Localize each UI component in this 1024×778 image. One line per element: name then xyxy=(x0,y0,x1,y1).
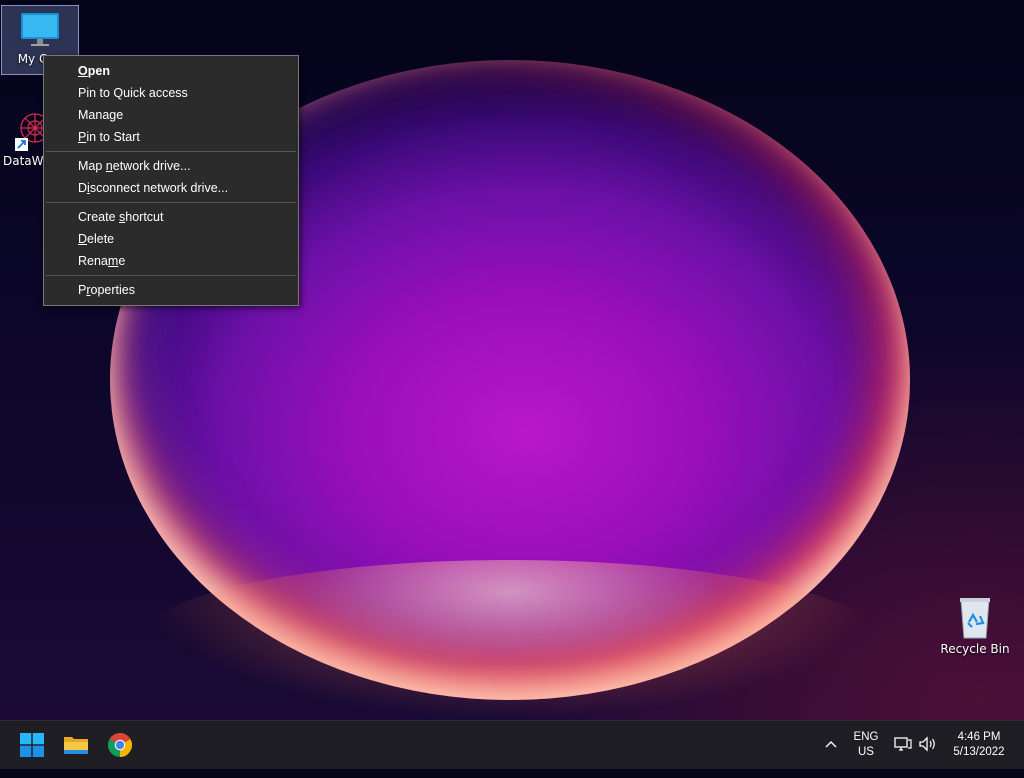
menu-item-pin-to-start[interactable]: Pin to Start xyxy=(44,126,298,148)
clock-date: 5/13/2022 xyxy=(953,746,1005,758)
recycle-bin-icon xyxy=(955,596,995,640)
language-indicator[interactable]: ENG US xyxy=(848,721,884,778)
chrome-button[interactable] xyxy=(102,727,138,763)
menu-item-map-network-drive[interactable]: Map network drive... xyxy=(44,155,298,177)
clock-time: 4:46 PM xyxy=(957,731,1001,743)
wallpaper-glow xyxy=(140,560,880,720)
menu-item-pin-quick-access[interactable]: Pin to Quick access xyxy=(44,82,298,104)
monitor-icon xyxy=(18,10,62,50)
taskbar: ENG US 4:46 PM 5/13/2022 xyxy=(0,720,1024,769)
clock[interactable]: 4:46 PM 5/13/2022 xyxy=(946,721,1012,778)
desktop-icon-recycle-bin[interactable]: Recycle Bin xyxy=(937,596,1013,662)
start-button[interactable] xyxy=(14,727,50,763)
menu-separator xyxy=(46,202,296,203)
menu-accel: D xyxy=(78,232,88,246)
show-hidden-icons-button[interactable] xyxy=(818,721,844,769)
lang-region: US xyxy=(858,746,874,758)
file-explorer-button[interactable] xyxy=(58,727,94,763)
chrome-icon xyxy=(107,732,133,761)
menu-accel: P xyxy=(78,130,87,144)
menu-item-disconnect-network-drive[interactable]: Disconnect network drive... xyxy=(44,177,298,199)
windows-start-icon xyxy=(20,733,44,761)
lang-code: ENG xyxy=(853,731,879,743)
folder-icon xyxy=(63,734,89,760)
menu-accel: i xyxy=(87,181,90,195)
menu-separator xyxy=(46,151,296,152)
menu-item-manage[interactable]: Manage xyxy=(44,104,298,126)
quick-settings-button[interactable] xyxy=(890,721,942,769)
menu-item-open[interactable]: Open xyxy=(44,60,298,82)
menu-item-create-shortcut[interactable]: Create shortcut xyxy=(44,206,298,228)
menu-item-properties[interactable]: Properties xyxy=(44,279,298,301)
desktop-icon-label: Recycle Bin xyxy=(940,642,1010,656)
menu-accel: s xyxy=(119,210,126,224)
menu-item-rename[interactable]: Rename xyxy=(44,250,298,272)
chevron-up-icon xyxy=(825,739,837,751)
network-icon xyxy=(894,736,912,755)
menu-accel: O xyxy=(78,64,88,78)
menu-separator xyxy=(46,275,296,276)
context-menu: Open Pin to Quick access Manage Pin to S… xyxy=(43,55,299,306)
menu-accel: m xyxy=(107,254,119,268)
menu-accel: r xyxy=(86,283,91,297)
menu-item-delete[interactable]: Delete xyxy=(44,228,298,250)
menu-accel: n xyxy=(105,159,113,173)
volume-icon xyxy=(918,736,938,755)
